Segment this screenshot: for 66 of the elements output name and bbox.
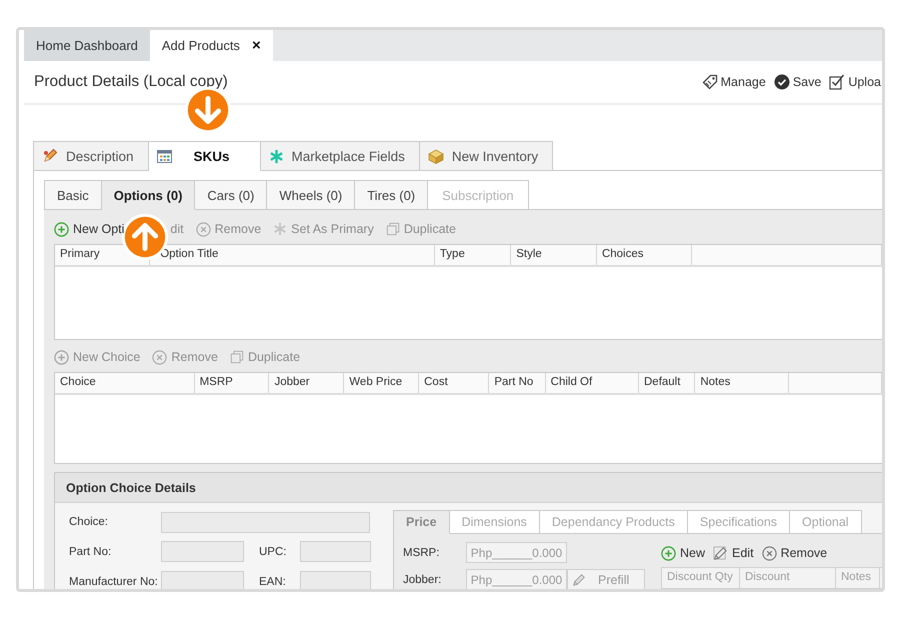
section-tab[interactable]: Marketplace Fields	[260, 141, 420, 171]
asterisk-icon	[273, 222, 288, 236]
sub-tab[interactable]: Tires (0)	[355, 180, 428, 210]
add-toolbar-button[interactable]: New Opti	[54, 222, 124, 236]
pencil-icon	[42, 148, 58, 164]
column-header: Jobber	[269, 373, 344, 393]
duplicate-icon	[230, 350, 244, 364]
input-field[interactable]	[300, 571, 371, 589]
pencil-icon	[713, 546, 728, 560]
save-action-button[interactable]: Save	[774, 74, 822, 90]
section-tab[interactable]: Description	[33, 141, 149, 171]
column-header: Notes	[695, 373, 789, 393]
section-tab[interactable]: SKUs	[148, 141, 261, 171]
panel-title: Option Choice Details	[55, 473, 882, 503]
window-tab[interactable]: Home Dashboard	[24, 30, 150, 61]
plus-circle-icon	[54, 350, 69, 364]
column-header: Choices	[596, 245, 692, 265]
field-label: UPC:	[258, 546, 288, 558]
sub-tab[interactable]: Options (0)	[102, 180, 196, 210]
input-field[interactable]	[300, 541, 371, 562]
close-icon[interactable]: ×	[252, 37, 261, 54]
column-header: Notes	[836, 568, 880, 588]
column-header: Cost	[419, 373, 490, 393]
column-header: Type	[434, 245, 512, 265]
asterisk-icon	[268, 148, 284, 164]
column-header: Style	[511, 245, 597, 265]
pencil-icon	[572, 572, 586, 586]
check-circle-icon	[774, 74, 790, 90]
checkbox-icon	[829, 74, 846, 90]
remove-toolbar-button[interactable]: Remove	[762, 546, 828, 560]
plus-circle-icon	[661, 546, 676, 560]
column-header: Choice	[55, 373, 195, 393]
column-header: Child Of	[546, 373, 639, 393]
sub-tab[interactable]: Cars (0)	[195, 180, 268, 210]
sub-tab[interactable]: Wheels (0)	[267, 180, 356, 210]
check-action-button[interactable]: Uploa	[829, 74, 881, 90]
edit-toolbar-button[interactable]: Edit	[713, 546, 754, 560]
box-icon	[428, 148, 444, 164]
column-header: Discount	[740, 568, 836, 588]
column-header: Discount Qty	[662, 568, 740, 588]
column-header: Web Price	[344, 373, 420, 393]
input-field[interactable]	[161, 512, 370, 533]
section-tab[interactable]: New Inventory	[420, 141, 554, 171]
remove-circle-icon	[152, 350, 168, 364]
column-header: Default	[639, 373, 696, 393]
input-field[interactable]	[161, 541, 244, 562]
duplicate-icon	[386, 222, 400, 236]
remove-circle-icon	[196, 222, 211, 236]
column-header: Part No	[489, 373, 546, 393]
field-label: EAN:	[258, 576, 287, 588]
field-label: Manufacturer No:	[69, 576, 159, 588]
field-label: Jobber:	[403, 574, 442, 586]
field-label: MSRP:	[403, 546, 440, 558]
tag-icon	[702, 74, 718, 90]
input-field[interactable]	[161, 571, 244, 589]
field-label: Choice:	[69, 516, 109, 528]
page-title: Product Details (Local copy)	[34, 73, 228, 91]
tag-action-button[interactable]: Manage	[702, 74, 766, 90]
remove-circle-icon	[762, 546, 777, 560]
add-toolbar-button[interactable]: New	[661, 546, 706, 560]
table-icon	[156, 150, 172, 162]
window-tab[interactable]: Add Products ×	[150, 30, 273, 61]
sub-tab[interactable]: Basic	[44, 180, 102, 210]
plus-circle-icon	[54, 222, 69, 236]
column-header: MSRP	[194, 373, 270, 393]
field-label: Part No:	[69, 546, 112, 558]
